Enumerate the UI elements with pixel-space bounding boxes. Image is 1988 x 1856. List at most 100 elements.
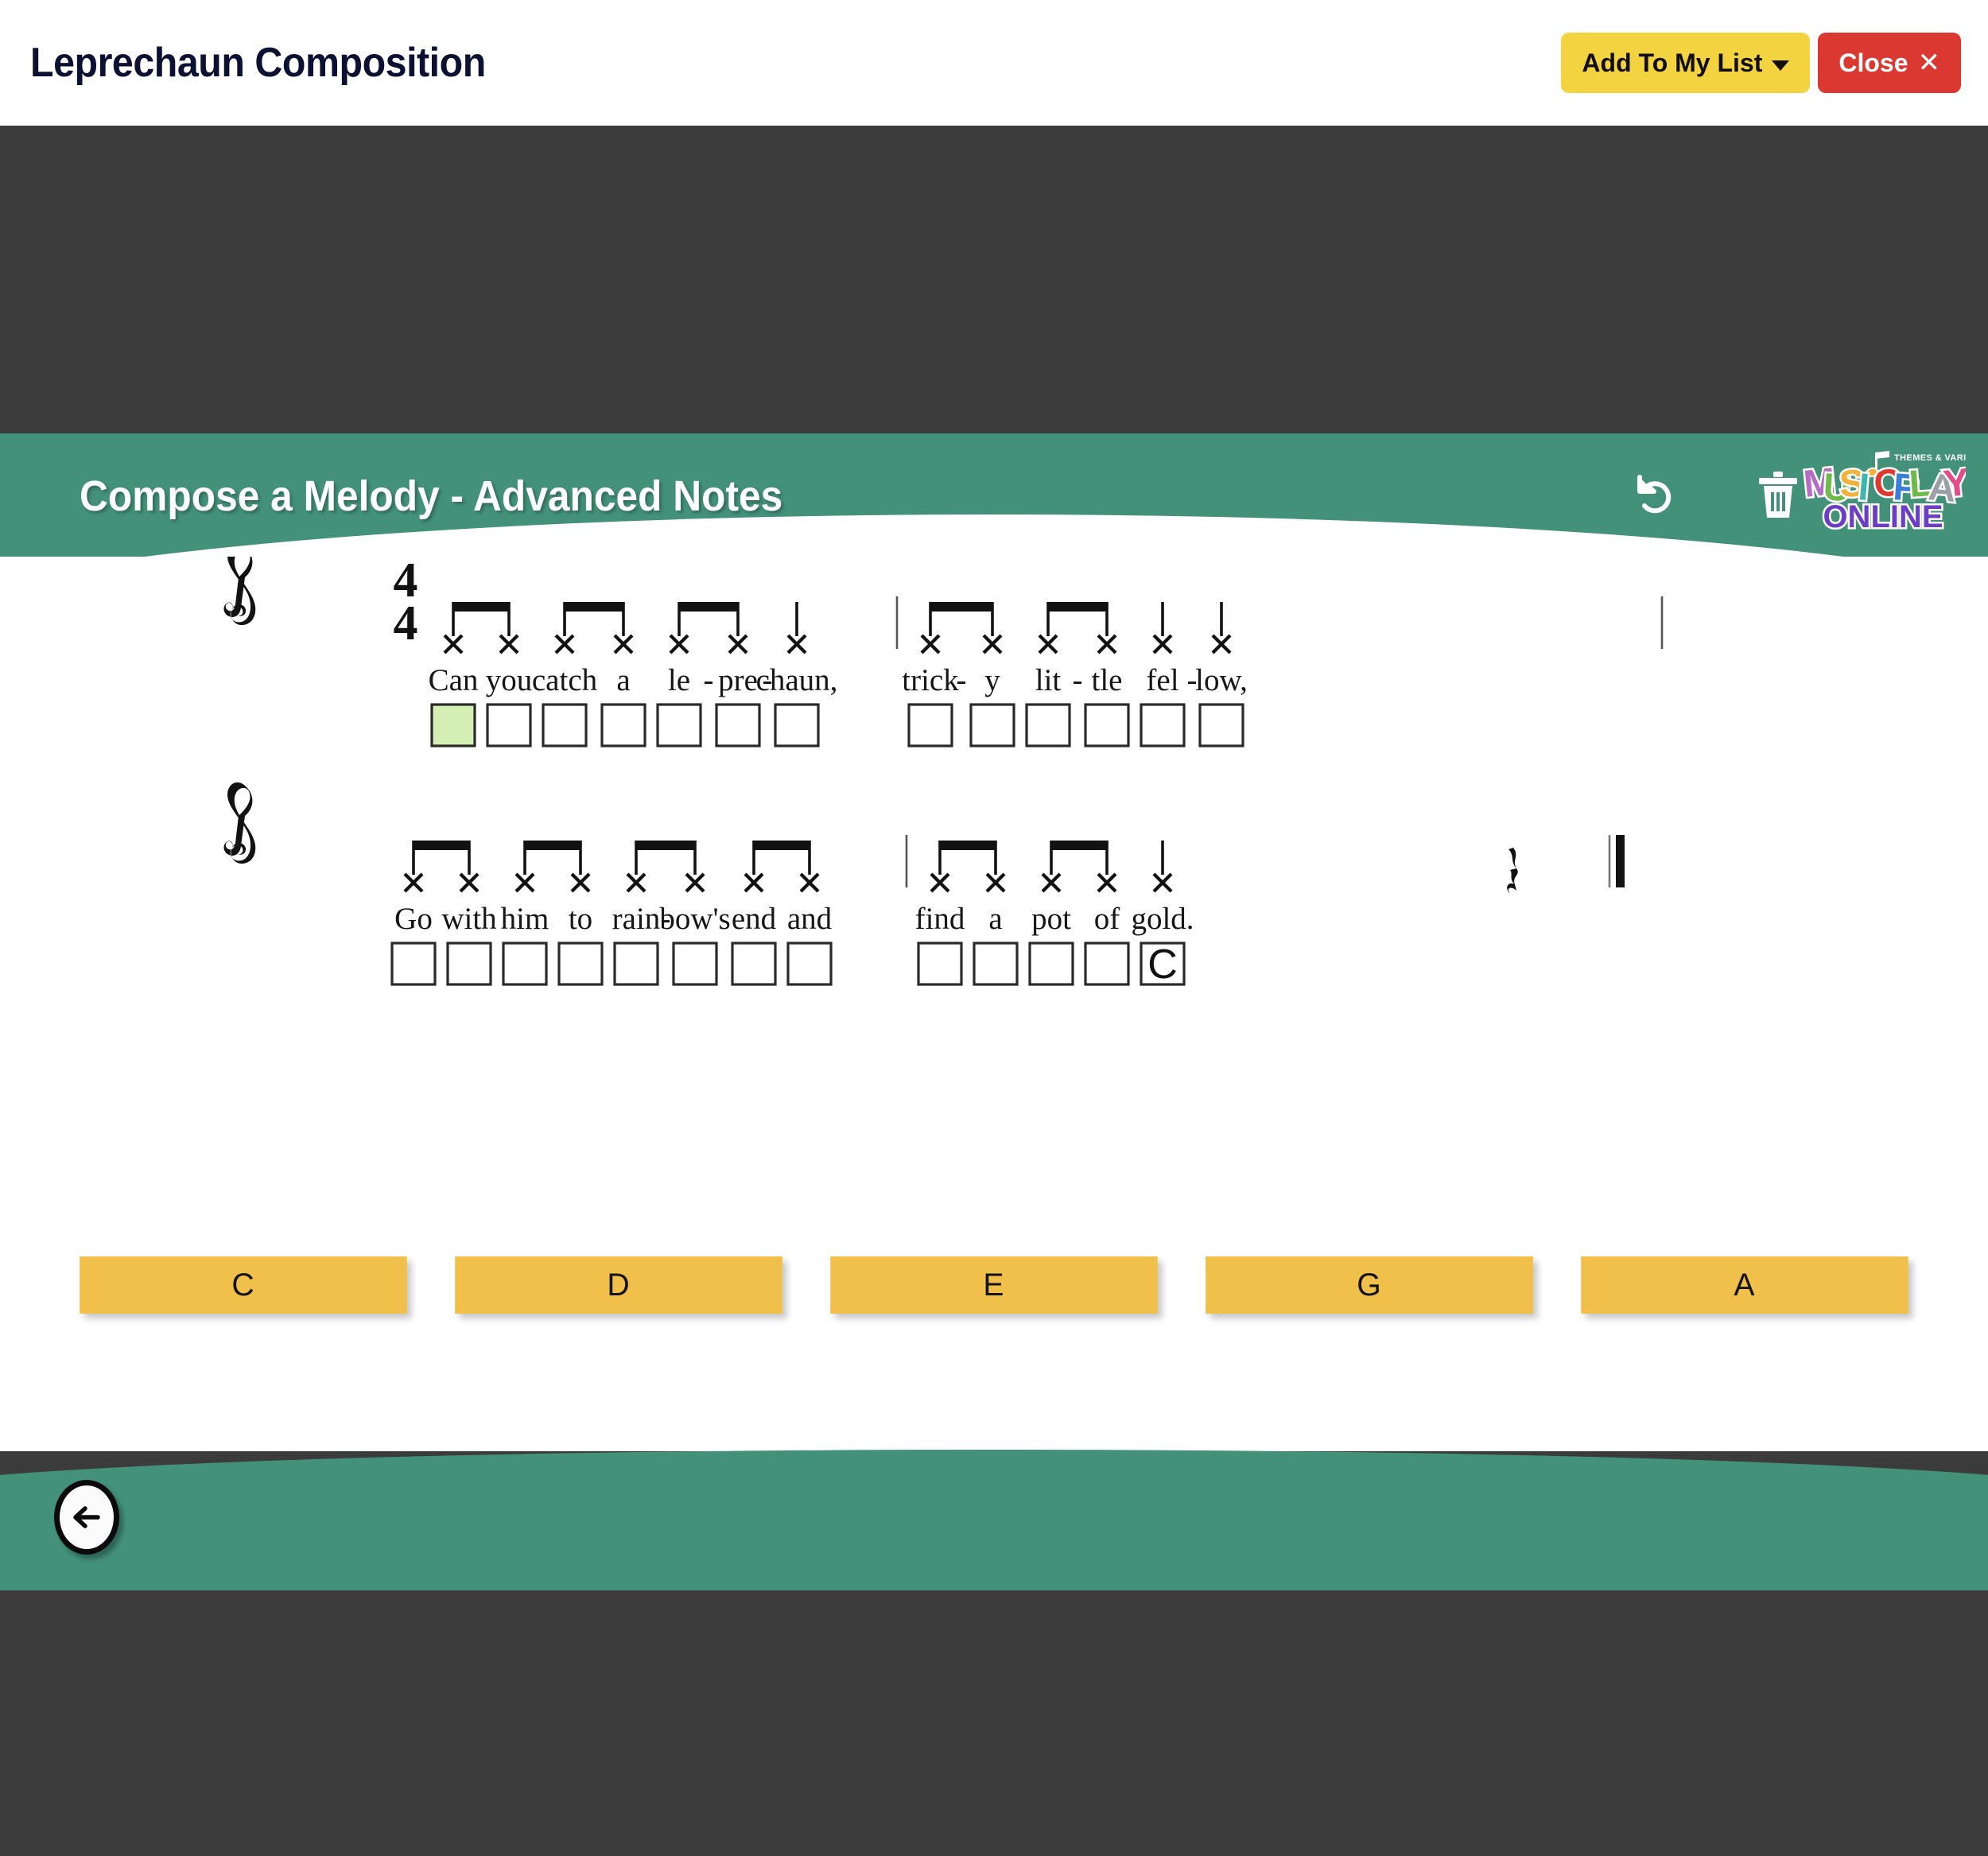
header-tools <box>1630 470 1800 521</box>
beam <box>452 602 510 612</box>
note-slot[interactable] <box>731 942 777 986</box>
note-button-label: E <box>983 1267 1005 1303</box>
final-barline-thick <box>1616 835 1625 887</box>
beam <box>413 841 470 850</box>
lyric-syllable: find <box>915 902 965 936</box>
lyric-syllable: low, <box>1195 663 1248 697</box>
x-notehead <box>685 872 705 893</box>
note-button-g[interactable]: G <box>1206 1256 1533 1314</box>
note-slot[interactable] <box>786 942 833 986</box>
beam <box>930 602 993 612</box>
note-button-label: D <box>607 1267 631 1303</box>
note-slot[interactable] <box>1084 703 1130 747</box>
note-button-a[interactable]: A <box>1581 1256 1908 1314</box>
beam <box>678 602 739 612</box>
x-notehead <box>982 634 1003 654</box>
note-slot[interactable] <box>656 703 702 747</box>
note-slot[interactable] <box>557 942 604 986</box>
lyric-syllable: rain <box>612 902 661 936</box>
composition-sheet: Can you catch a le - pre - chaun, trick - y lit - tle f… <box>0 557 1988 1451</box>
x-notehead <box>514 872 535 893</box>
note-button-d[interactable]: D <box>455 1256 782 1314</box>
note-slot[interactable] <box>969 703 1015 747</box>
beam <box>1050 841 1108 850</box>
note-slot[interactable] <box>1084 942 1130 986</box>
logo-online: ONLINE <box>1823 499 1943 534</box>
beam <box>939 841 996 850</box>
note-slot[interactable] <box>774 703 820 747</box>
musicplay-online-logo: THEMES & VARIATIONS MUSICPLAY ONLINE <box>1800 451 1966 534</box>
beam <box>564 602 624 612</box>
x-notehead <box>613 634 634 654</box>
x-notehead <box>1097 872 1117 893</box>
close-button[interactable]: Close ✕ <box>1818 33 1961 93</box>
activity-title: Compose a Melody - Advanced Notes <box>80 472 783 520</box>
x-notehead <box>744 872 764 893</box>
note-slot[interactable] <box>1198 703 1244 747</box>
x-notehead <box>403 872 424 893</box>
note-slot[interactable] <box>390 942 437 986</box>
note-slot[interactable] <box>715 703 761 747</box>
lyric-syllable: le <box>668 663 690 697</box>
note-slot[interactable] <box>907 703 953 747</box>
logo-letter: Y <box>1942 461 1966 506</box>
back-button[interactable] <box>54 1480 119 1555</box>
note-slot[interactable] <box>1028 942 1074 986</box>
activity-header-bar: Compose a Melody - Advanced Notes THEMES… <box>0 433 1988 561</box>
lyric-syllable: and <box>787 902 833 936</box>
lyric-syllable: trick <box>902 663 959 697</box>
note-slot[interactable] <box>1025 703 1071 747</box>
lyric-syllable: chaun, <box>756 663 838 697</box>
undo-arrow-icon[interactable] <box>1630 471 1679 520</box>
back-arrow-icon <box>73 1506 100 1528</box>
lyric-syllable: of <box>1094 902 1120 936</box>
page-title: Leprechaun Composition <box>30 40 486 86</box>
lyric-syllable: a <box>616 663 630 697</box>
x-notehead <box>985 872 1006 893</box>
trash-can-icon[interactable] <box>1756 470 1800 521</box>
lyric-hyphen: - <box>704 663 714 697</box>
header-bottom-curve <box>0 514 1988 561</box>
treble-clef <box>223 782 256 864</box>
note-slot[interactable] <box>917 942 963 986</box>
lyric-syllable: tle <box>1092 663 1123 697</box>
x-notehead <box>443 634 464 654</box>
x-notehead <box>459 872 480 893</box>
treble-clef <box>223 557 256 626</box>
note-slot[interactable] <box>1140 703 1186 747</box>
time-signature: 44 <box>394 557 418 650</box>
close-label: Close <box>1839 48 1908 77</box>
note-slot[interactable] <box>486 703 532 747</box>
x-notehead <box>1211 634 1232 654</box>
music-score: Can you catch a le - pre -chaun, trick-y lit - tle f… <box>223 557 1664 988</box>
note-button-label: A <box>1734 1267 1756 1303</box>
note-slot[interactable] <box>502 942 548 986</box>
x-notehead <box>1041 872 1062 893</box>
note-button-e[interactable]: E <box>830 1256 1158 1314</box>
x-notehead <box>499 634 519 654</box>
note-slot[interactable] <box>672 942 718 986</box>
note-slot[interactable] <box>600 703 646 747</box>
x-notehead <box>1152 872 1173 893</box>
lyric-syllable: him <box>501 902 549 936</box>
note-button-label: C <box>231 1267 255 1303</box>
note-button-c[interactable]: C <box>80 1256 407 1314</box>
lyric-syllable: you <box>486 663 533 697</box>
note-button-label: G <box>1357 1267 1382 1303</box>
x-notehead <box>786 634 807 654</box>
quarter-rest <box>1507 848 1518 894</box>
note-slot[interactable] <box>446 942 492 986</box>
lyric-syllable: a <box>988 902 1002 936</box>
add-to-my-list-button[interactable]: Add To My List <box>1561 33 1811 93</box>
note-slot[interactable] <box>542 703 588 747</box>
x-notehead <box>554 634 575 654</box>
note-slot[interactable] <box>973 942 1019 986</box>
lyric-syllable: pre <box>718 663 758 697</box>
lyric-syllable: y <box>984 663 1000 697</box>
note-slot[interactable] <box>613 942 659 986</box>
lyric-hyphen: - <box>957 663 967 697</box>
beam <box>1047 602 1108 612</box>
add-to-my-list-label: Add To My List <box>1582 48 1763 77</box>
note-slot[interactable] <box>430 703 476 747</box>
lyric-syllable: with <box>441 902 496 936</box>
